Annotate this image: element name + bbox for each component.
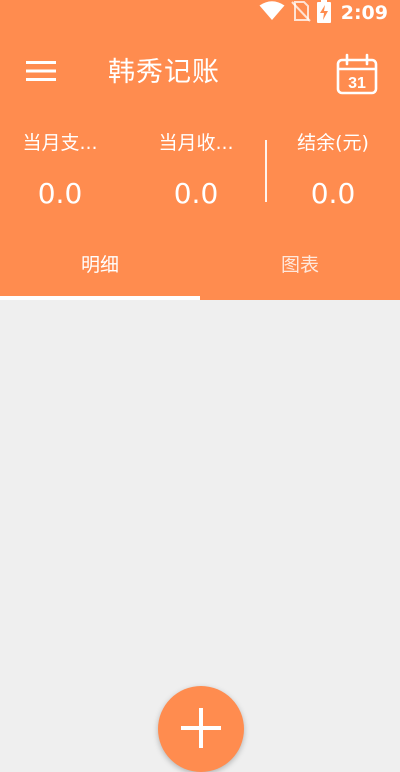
calendar-button[interactable]: 31 xyxy=(334,52,380,96)
tab-details-label: 明细 xyxy=(80,254,119,276)
details-list[interactable] xyxy=(0,300,400,729)
balance-value: 0.0 xyxy=(310,177,356,210)
no-sim-icon xyxy=(291,0,311,26)
calendar-icon: 31 xyxy=(334,53,380,100)
add-record-button[interactable] xyxy=(158,686,244,772)
status-time: 2:09 xyxy=(340,2,388,24)
monthly-summary: 当月支... 0.0 当月收... 0.0 结余(元) 0.0 xyxy=(0,126,400,222)
wifi-icon xyxy=(259,1,285,25)
calendar-day: 31 xyxy=(348,75,366,92)
expense-label: 当月支... xyxy=(22,132,98,154)
tab-charts-label: 图表 xyxy=(280,254,319,276)
balance-summary: 结余(元) 0.0 xyxy=(270,126,396,214)
summary-divider xyxy=(265,140,267,202)
battery-charging-icon xyxy=(316,0,331,27)
menu-button[interactable] xyxy=(24,58,58,88)
income-summary: 当月收... 0.0 xyxy=(136,126,256,214)
balance-label: 结余(元) xyxy=(297,132,369,154)
tab-charts[interactable]: 图表 xyxy=(200,236,400,300)
expense-value: 0.0 xyxy=(37,177,83,210)
toolbar: 韩秀记账 31 xyxy=(0,44,400,102)
status-bar: 2:09 xyxy=(0,0,400,26)
status-icons: 2:09 xyxy=(259,0,388,26)
income-value: 0.0 xyxy=(173,177,219,210)
tab-bar: 明细 图表 xyxy=(0,236,400,300)
app-header: 2:09 韩秀记账 31 当月支... 0.0 当月收... 0.0 结余(元)… xyxy=(0,0,400,300)
income-label: 当月收... xyxy=(158,132,234,154)
app-title: 韩秀记账 xyxy=(108,57,220,88)
expense-summary: 当月支... 0.0 xyxy=(0,126,120,214)
tab-details[interactable]: 明细 xyxy=(0,236,200,300)
menu-icon xyxy=(26,60,56,86)
